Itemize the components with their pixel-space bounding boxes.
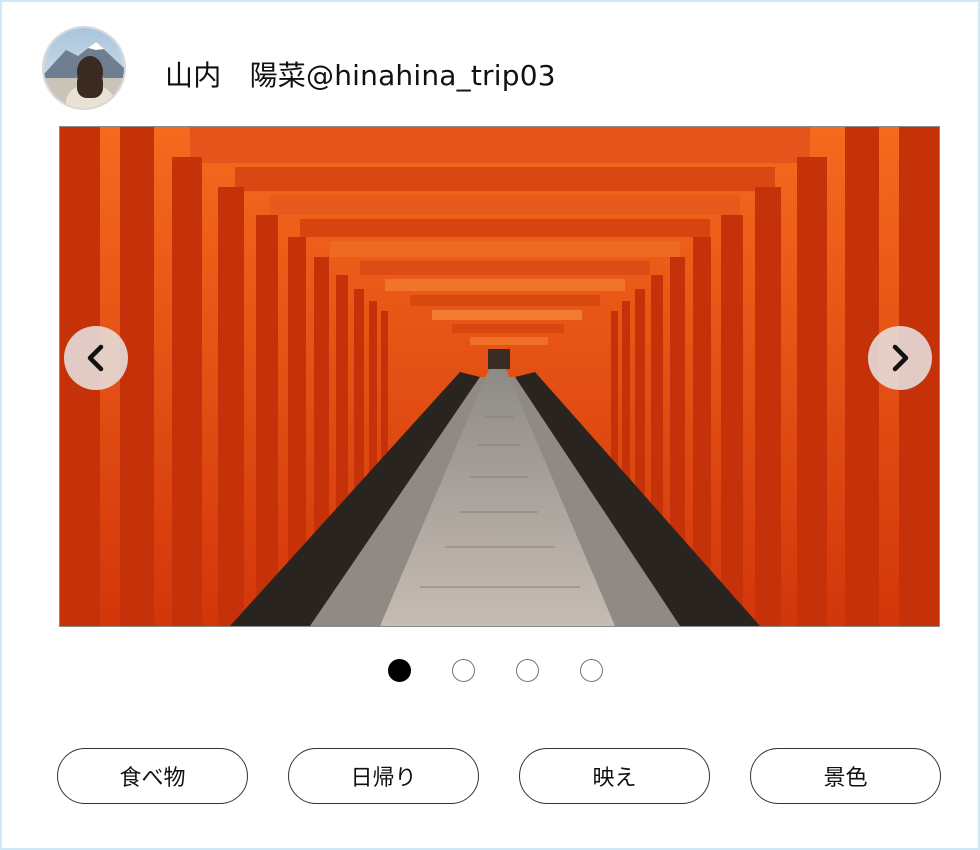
carousel-prev-button[interactable] [64,326,128,390]
tag-button-food[interactable]: 食べ物 [57,748,248,804]
pagination-dot[interactable] [516,659,539,682]
chevron-left-icon [87,344,104,372]
pagination-dot[interactable] [580,659,603,682]
user-avatar[interactable] [42,26,126,110]
pagination-dot[interactable] [452,659,475,682]
carousel-next-button[interactable] [868,326,932,390]
tag-button-photogenic[interactable]: 映え [519,748,710,804]
image-carousel[interactable] [59,126,940,627]
pagination-dot[interactable] [388,659,411,682]
tag-button-scenery[interactable]: 景色 [750,748,941,804]
tag-button-day-trip[interactable]: 日帰り [288,748,479,804]
post-photo [60,127,939,626]
post-card: 山内 陽菜@hinahina_trip03 食べ物 日帰り 映え 景色 [0,0,980,850]
chevron-right-icon [892,344,909,372]
carousel-pagination [388,659,603,682]
tag-list: 食べ物 日帰り 映え 景色 [57,748,941,804]
username-handle: 山内 陽菜@hinahina_trip03 [165,59,556,92]
